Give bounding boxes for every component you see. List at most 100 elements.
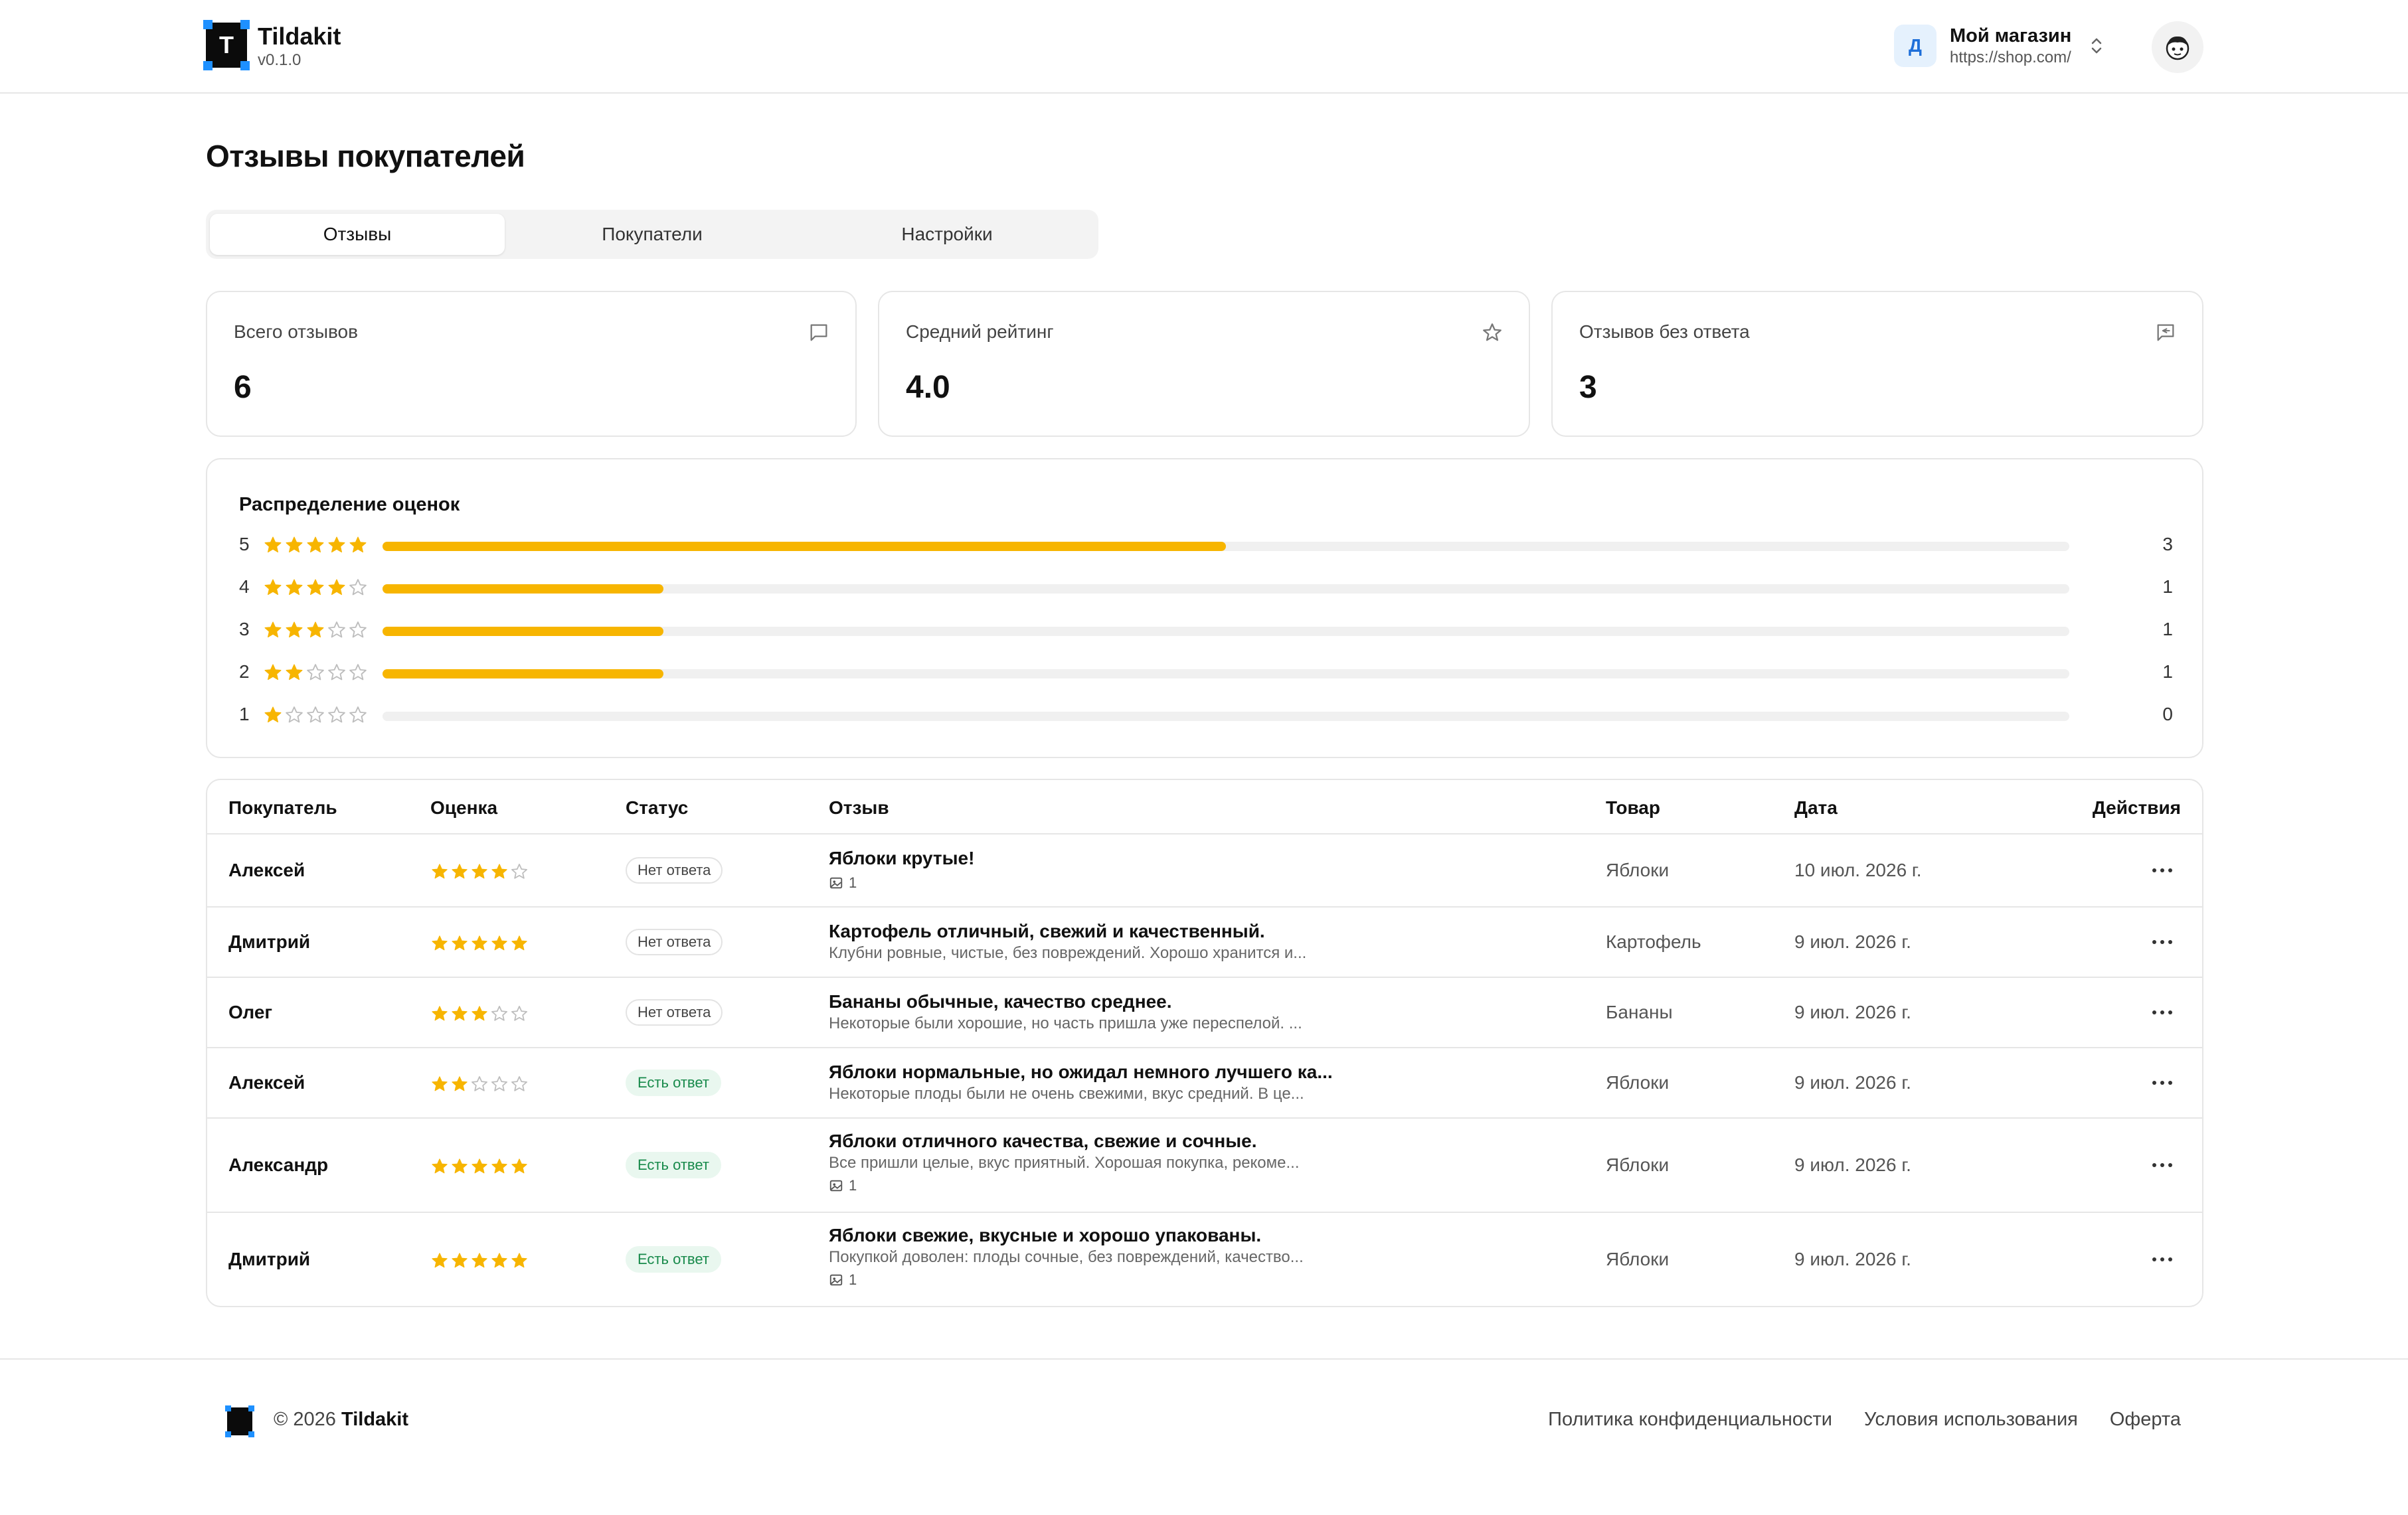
footer-logo-icon[interactable] [225,1405,254,1437]
status-badge: Нет ответа [626,857,723,884]
copyright-year: © 2026 [274,1409,336,1430]
photo-count: 1 [849,1177,857,1194]
product-name: Бананы [1606,1002,1673,1022]
tab-customers[interactable]: Покупатели [505,214,800,255]
more-actions-icon[interactable] [2148,1161,2177,1169]
more-actions-icon[interactable] [2148,1008,2177,1016]
star-empty-icon [511,1006,527,1021]
store-avatar: Д [1894,25,1936,67]
review-date: 9 июл. 2026 г. [1794,1072,1911,1093]
star-rating [263,705,368,725]
table-row[interactable]: Дмитрий Нет ответа Картофель отличный, с… [207,908,2202,978]
distribution-bar-track [383,669,2069,678]
star-filled-icon [328,579,345,596]
customer-name: Дмитрий [228,1249,311,1269]
star-filled-icon [472,935,487,951]
footer-link-terms[interactable]: Условия использования [1864,1409,2078,1431]
review-photos: 1 [829,1270,1304,1290]
distribution-bar-track [383,542,2069,551]
status-badge: Есть ответ [626,1152,721,1178]
table-row[interactable]: Алексей Есть ответ Яблоки нормальные, но… [207,1048,2202,1119]
star-rating [263,535,368,555]
table-row[interactable]: Олег Нет ответа Бананы обычные, качество… [207,978,2202,1048]
brand-name: Tildakit [258,23,341,50]
status-badge: Есть ответ [626,1070,721,1096]
more-actions-icon[interactable] [2148,1079,2177,1087]
review-photos: 1 [829,1176,1300,1196]
store-switcher[interactable]: Д Мой магазин https://shop.com/ [1894,24,2105,68]
column-header-actions: Действия [2092,797,2181,818]
star-filled-icon [491,935,507,951]
footer-link-privacy[interactable]: Политика конфиденциальности [1548,1409,1832,1431]
footer-link-offer[interactable]: Оферта [2110,1409,2181,1431]
stat-value: 6 [234,370,252,405]
star-empty-icon [307,664,324,680]
distribution-bar-track [383,627,2069,636]
distribution-bar-fill [383,669,664,678]
rating-number: 4 [239,576,250,597]
table-header: Покупатель Оценка Статус Отзыв Товар Дат… [207,780,2202,835]
star-empty-icon [328,706,345,723]
column-header-date[interactable]: Дата [1794,797,1838,819]
star-rating [430,862,529,881]
table-row[interactable]: Дмитрий Есть ответ Яблоки свежие, вкусны… [207,1213,2202,1306]
photo-count: 1 [849,874,857,891]
star-filled-icon [452,1076,468,1091]
star-filled-icon [511,1158,527,1174]
star-filled-icon [472,1006,487,1021]
stat-label: Всего отзывов [234,321,358,342]
user-face-icon [2166,36,2190,60]
brand[interactable]: T Tildakit v0.1.0 [203,20,341,70]
star-filled-icon [432,864,448,879]
distribution-row-5: 5 3 [239,531,2178,558]
more-actions-icon[interactable] [2148,866,2177,874]
page-footer: © 2026 Tildakit Политика конфиденциально… [0,1358,2408,1515]
review-text: Клубни ровные, чистые, без повреждений. … [829,944,1307,962]
review-summary[interactable]: Яблоки свежие, вкусные и хорошо упакован… [829,1224,1304,1290]
column-header-product[interactable]: Товар [1606,797,1660,819]
tab-reviews[interactable]: Отзывы [210,214,505,255]
stat-card-average-rating: Средний рейтинг 4.0 [878,291,1530,437]
column-header-review[interactable]: Отзыв [829,797,889,819]
photo-count: 1 [849,1271,857,1288]
column-header-customer[interactable]: Покупатель [228,797,337,819]
user-avatar[interactable] [2152,21,2203,73]
star-filled-icon [432,1253,448,1268]
store-name: Мой магазин [1950,25,2072,46]
review-title: Яблоки крутые! [829,848,975,868]
tab-settings[interactable]: Настройки [800,214,1094,255]
review-summary[interactable]: Бананы обычные, качество среднее. Некото… [829,990,1302,1034]
distribution-bar-fill [383,584,664,594]
table-row[interactable]: Алексей Нет ответа Яблоки крутые! 1 Ябло… [207,835,2202,908]
star-empty-icon [511,1076,527,1091]
review-summary[interactable]: Картофель отличный, свежий и качественны… [829,919,1306,963]
star-empty-icon [511,864,527,879]
review-summary[interactable]: Яблоки крутые! 1 [829,846,974,893]
distribution-row-2: 2 1 [239,659,2178,685]
more-actions-icon[interactable] [2148,938,2177,946]
star-filled-icon [452,864,468,879]
star-filled-icon [264,706,282,723]
product-name: Картофель [1606,931,1701,952]
store-url: https://shop.com/ [1950,48,2071,66]
star-filled-icon [432,1158,448,1174]
table-row[interactable]: Александр Есть ответ Яблоки отличного ка… [207,1119,2202,1213]
column-header-rating[interactable]: Оценка [430,797,497,819]
distribution-bar-track [383,712,2069,721]
column-header-status[interactable]: Статус [626,797,688,819]
star-filled-icon [328,536,345,553]
star-filled-icon [432,935,448,951]
app-version: v0.1.0 [258,51,301,69]
review-title: Яблоки отличного качества, свежие и сочн… [829,1131,1257,1151]
star-rating [430,1004,529,1023]
star-filled-icon [286,536,303,553]
review-title: Яблоки нормальные, но ожидал немного луч… [829,1062,1333,1082]
star-filled-icon [286,621,303,638]
review-text: Покупкой доволен: плоды сочные, без повр… [829,1248,1304,1266]
review-summary[interactable]: Яблоки отличного качества, свежие и сочн… [829,1129,1300,1196]
star-empty-icon [349,664,367,680]
review-summary[interactable]: Яблоки нормальные, но ожидал немного луч… [829,1060,1333,1104]
star-empty-icon [307,706,324,723]
more-actions-icon[interactable] [2148,1255,2177,1263]
review-title: Картофель отличный, свежий и качественны… [829,921,1265,941]
